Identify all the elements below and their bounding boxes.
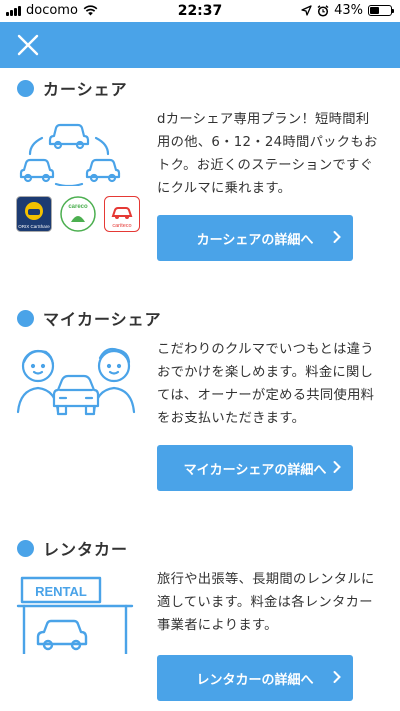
close-icon [17,34,39,56]
cariteco-logo-text: cariteco [112,223,131,229]
people-with-car-icon [16,347,136,416]
bullet-dot [17,79,34,97]
section-description: 旅行や出張等、長期間のレンタルに適しています。料金は各レンタカー事業者によります… [157,572,375,633]
section-title: カーシェア [43,80,128,99]
section-header: マイカーシェア [17,306,162,330]
close-button[interactable] [14,31,42,59]
battery-level [370,7,379,14]
status-right: 43% [301,3,394,18]
mycarshare-detail-button[interactable]: マイカーシェアの詳細へ [157,445,353,491]
section-description: dカーシェア専用プラン！短時間利用の他、6・12・24時間パックもおトク。お近く… [157,112,378,196]
car-share-cycle-icon [19,123,121,186]
status-bar: docomo 22:37 43% [0,0,400,22]
header-bar [0,22,400,68]
rental-sign-text: RENTAL [35,584,87,599]
battery-percent: 43% [334,3,363,18]
section-carshare: カーシェア dカーシェア専用プラン！短時間利用の他、6・12・24時間パックもお… [0,68,400,278]
battery-icon [368,5,394,16]
section-rentacar: レンタカー RENTAL 旅行や出張等、長期間のレンタルに適しています。料金は各… [0,528,400,711]
alarm-icon [317,4,329,17]
chevron-right-icon [333,231,341,243]
operator-logos: ORIX CarShare careco cariteco [16,196,140,232]
bullet-dot [17,539,34,557]
button-label: マイカーシェアの詳細へ [183,462,327,478]
cariteco-logo: cariteco [104,196,140,232]
carshare-detail-button[interactable]: カーシェアの詳細へ [157,215,353,261]
bullet-dot [17,309,34,327]
section-header: カーシェア [17,76,128,100]
section-header: レンタカー [17,536,128,560]
orix-carshare-logo: ORIX CarShare [16,196,52,232]
section-title: レンタカー [43,540,129,559]
chevron-right-icon [333,461,341,473]
location-icon [301,5,312,16]
button-label: レンタカーの詳細へ [196,672,314,688]
section-description: こだわりのクルマでいつもとは違うおでかけを楽しめます。料金に関しては、オーナーが… [157,342,375,426]
orix-logo-text: ORIX CarShare [18,224,50,229]
rental-shop-icon: RENTAL [16,576,134,654]
button-label: カーシェアの詳細へ [196,232,314,248]
section-mycarshare: マイカーシェア こだわりのクルマでいつもとは違うおでかけを楽しめます。料金に関し… [0,298,400,508]
chevron-right-icon [333,671,341,683]
careco-logo: careco [60,196,96,232]
rentacar-detail-button[interactable]: レンタカーの詳細へ [157,655,353,701]
careco-logo-text: careco [68,204,88,210]
section-title: マイカーシェア [43,310,162,329]
